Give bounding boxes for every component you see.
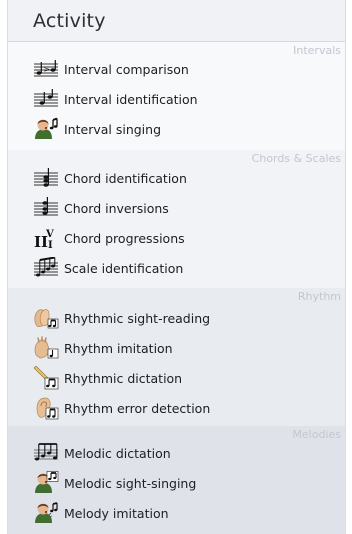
activity-item-melodic-dictation[interactable]: Melodic dictation <box>32 440 332 466</box>
activity-item-rhythm-imitation[interactable]: Rhythm imitation <box>32 335 332 361</box>
activity-label: Melody imitation <box>64 505 169 521</box>
activity-label: Scale identification <box>64 260 184 276</box>
singer-sight-icon <box>32 471 60 495</box>
activity-label: Rhythm error detection <box>64 400 211 416</box>
svg-text:I: I <box>48 240 53 250</box>
activity-label: Melodic sight-singing <box>64 475 197 491</box>
section-title: Chords & Scales <box>251 152 341 165</box>
activity-label: Interval comparison <box>64 61 189 77</box>
activity-label: Interval singing <box>64 121 162 137</box>
activity-label: Rhythmic sight-reading <box>64 310 211 326</box>
pencil-rhythm-icon <box>32 366 60 390</box>
activity-label: Rhythm imitation <box>64 340 173 356</box>
activity-item-melodic-sight-singing[interactable]: Melodic sight-singing <box>32 470 332 496</box>
activity-label: Rhythmic dictation <box>64 370 183 386</box>
chord-identification-icon <box>32 166 60 190</box>
activity-label: Melodic dictation <box>64 445 171 461</box>
tapping-hand-icon <box>32 336 60 360</box>
activity-label: Chord inversions <box>64 200 169 216</box>
section-intervals: Intervals > Interval comparison Interval… <box>8 42 345 150</box>
activity-item-interval-singing[interactable]: Interval singing <box>32 116 332 142</box>
scale-identification-icon <box>32 256 60 280</box>
section-chords-scales: Chords & Scales Chord identification Cho… <box>8 150 345 288</box>
interval-comparison-icon: > <box>32 57 60 81</box>
activity-item-interval-identification[interactable]: Interval identification <box>32 86 332 112</box>
chord-progressions-icon: II V I <box>32 226 60 250</box>
activity-panel: Activity Intervals > Interval comparison… <box>7 0 346 534</box>
activity-item-chord-inversions[interactable]: Chord inversions <box>32 195 332 221</box>
activity-item-chord-progressions[interactable]: II V I Chord progressions <box>32 225 332 251</box>
activity-header: Activity <box>8 0 345 42</box>
interval-identification-icon <box>32 87 60 111</box>
activity-item-rhythmic-dictation[interactable]: Rhythmic dictation <box>32 365 332 391</box>
ear-rhythm-icon <box>32 396 60 420</box>
clapping-hands-icon <box>32 306 60 330</box>
activity-item-melody-imitation[interactable]: Melody imitation <box>32 500 332 526</box>
activity-item-interval-comparison[interactable]: > Interval comparison <box>32 56 332 82</box>
activity-item-rhythm-error-detection[interactable]: Rhythm error detection <box>32 395 332 421</box>
activity-item-chord-identification[interactable]: Chord identification <box>32 165 332 191</box>
activity-label: Interval identification <box>64 91 198 107</box>
section-melodies: Melodies Melodic dictation Melodic sight… <box>8 426 345 534</box>
activity-item-scale-identification[interactable]: Scale identification <box>32 255 332 281</box>
chord-inversions-icon <box>32 196 60 220</box>
activity-label: Chord identification <box>64 170 187 186</box>
singer-icon <box>32 117 60 141</box>
section-rhythm: Rhythm Rhythmic sight-reading Rhythm imi… <box>8 288 345 426</box>
svg-text:V: V <box>45 229 54 240</box>
svg-text:>: > <box>44 65 51 74</box>
activity-label: Chord progressions <box>64 230 185 246</box>
singer-imitation-icon <box>32 501 60 525</box>
section-title: Rhythm <box>297 290 341 303</box>
melodic-dictation-icon <box>32 441 60 465</box>
activity-item-rhythmic-sight-reading[interactable]: Rhythmic sight-reading <box>32 305 332 331</box>
panel-title: Activity <box>33 10 106 32</box>
